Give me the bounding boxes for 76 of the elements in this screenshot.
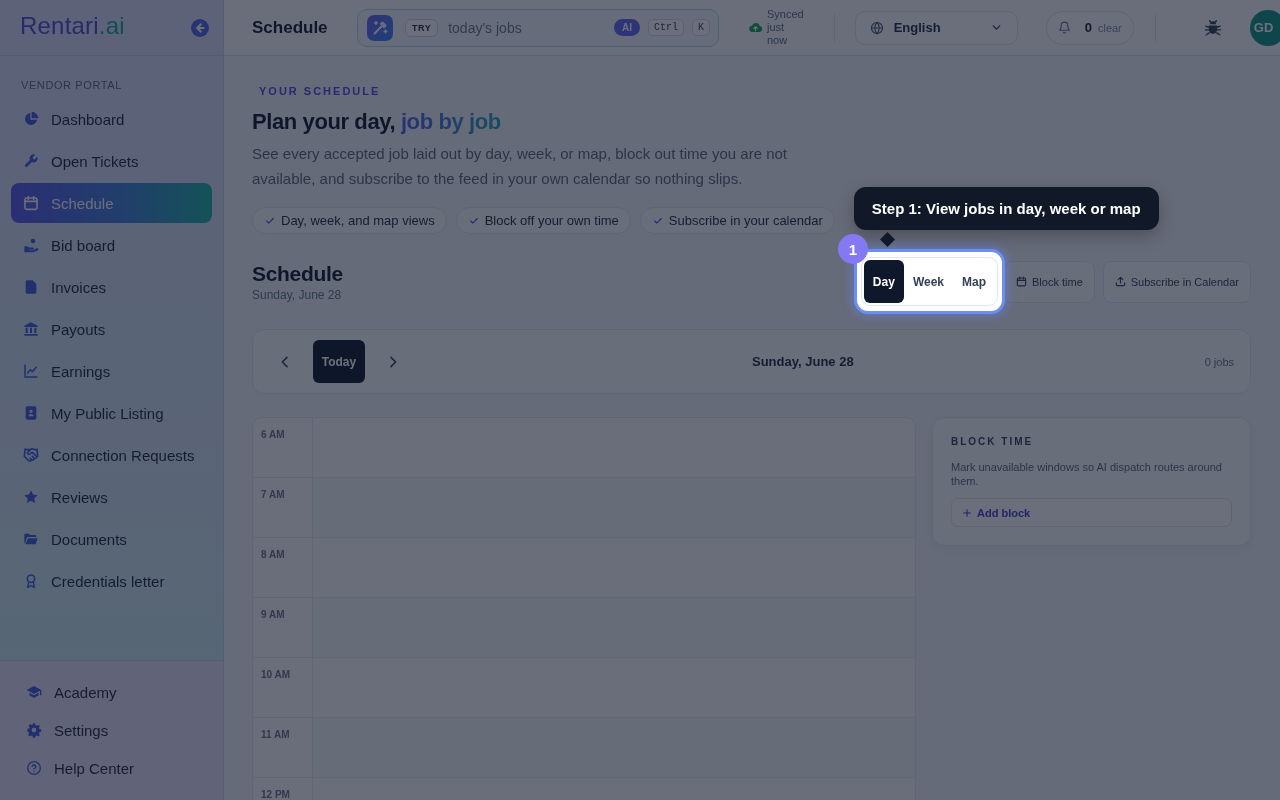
sidebar-item[interactable]: Connection Requests	[11, 435, 212, 475]
action-button[interactable]: Block time	[1004, 260, 1095, 303]
cloud-upload-icon	[748, 20, 763, 35]
sidebar-item[interactable]: Invoices	[11, 267, 212, 307]
globe-icon	[869, 20, 884, 35]
bank-icon	[23, 321, 39, 337]
sidebar-item[interactable]: Help Center	[14, 749, 212, 787]
view-tab[interactable]: Map	[953, 260, 995, 303]
tour-tooltip: Step 1: View jobs in day, week or map	[853, 187, 1159, 230]
shortcut-key: K	[692, 19, 710, 36]
add-block-button[interactable]: Add block	[951, 498, 1232, 527]
settings-icon	[26, 722, 42, 738]
calendar-icon	[23, 195, 39, 211]
step-badge: 1	[837, 234, 868, 264]
time-label: 8 AM	[261, 549, 285, 560]
section-title: Schedule	[252, 260, 344, 287]
card-title: BLOCK TIME	[951, 435, 1035, 449]
try-tag: TRY	[405, 18, 439, 37]
user-avatar[interactable]: GD	[1249, 9, 1280, 46]
time-label: 7 AM	[261, 489, 285, 500]
bug-icon[interactable]	[1203, 18, 1222, 37]
document-icon	[23, 279, 39, 295]
card-text: Mark unavailable windows so AI dispatch routes around them.	[951, 460, 1223, 488]
help-icon	[26, 760, 42, 776]
sidebar-item[interactable]: Earnings	[11, 351, 212, 391]
check-icon	[468, 215, 479, 226]
view-tab[interactable]: Day	[863, 260, 904, 303]
wrench-icon	[23, 153, 39, 169]
star-icon	[23, 489, 39, 505]
upload-icon	[1114, 276, 1126, 287]
sidebar-item[interactable]: Schedule	[11, 183, 212, 223]
sidebar-item[interactable]: Bid board	[11, 225, 212, 265]
today-button[interactable]: Today	[313, 340, 365, 383]
sidebar-item[interactable]: My Public Listing	[11, 393, 212, 433]
sidebar-item[interactable]: Dashboard	[11, 99, 212, 139]
sync-status: Synced just now	[767, 8, 804, 47]
chip-label: Subscribe in your calendar	[668, 213, 823, 228]
hand-coin-icon	[23, 237, 39, 253]
handshake-icon	[23, 447, 39, 463]
shortcut-key: Ctrl	[647, 19, 684, 36]
sidebar-item[interactable]: Credentials letter	[11, 561, 212, 601]
page-title: Schedule	[252, 17, 329, 38]
current-date: Sunday, June 28	[752, 354, 854, 369]
time-label: 11 AM	[261, 729, 290, 740]
language-select[interactable]: English	[854, 10, 1018, 45]
plus-icon	[962, 507, 972, 518]
eyebrow-label: YOUR SCHEDULE	[258, 84, 381, 98]
graduation-cap-icon	[26, 684, 42, 700]
sidebar-item[interactable]: Payouts	[11, 309, 212, 349]
calendar-icon	[1016, 276, 1027, 287]
page-heading: Plan your day, job by job	[252, 108, 501, 136]
intro-text: See every accepted job laid out by day, week, or map, block out time you are not available, and subscribe to the feed in your own calendar so nothing slips.	[252, 144, 789, 189]
chip-label: Day, week, and map views	[281, 213, 435, 228]
time-label: 12 PM	[261, 789, 290, 800]
tooltip-pointer-icon	[879, 232, 895, 247]
id-card-icon	[23, 405, 39, 421]
time-label: 9 AM	[261, 609, 285, 620]
action-button[interactable]: Subscribe in Calendar	[1102, 260, 1251, 303]
chip-label: Block off your own time	[484, 213, 619, 228]
line-chart-icon	[23, 363, 39, 379]
time-label: 6 AM	[261, 429, 285, 440]
magic-wand-icon	[367, 14, 393, 41]
sidebar-item[interactable]: Settings	[14, 711, 212, 749]
sidebar-item[interactable]: Open Tickets	[11, 141, 212, 181]
logo: Rentari.ai	[20, 13, 125, 41]
check-icon	[265, 215, 275, 226]
collapse-sidebar-icon[interactable]	[191, 18, 209, 37]
sidebar-item[interactable]: Documents	[11, 519, 212, 559]
pie-chart-icon	[23, 111, 39, 127]
sidebar-item[interactable]: Academy	[14, 673, 212, 711]
view-tab[interactable]: Week	[903, 260, 953, 303]
sidebar-item[interactable]: Reviews	[11, 477, 212, 517]
bell-icon	[1057, 21, 1071, 34]
check-icon	[652, 215, 663, 226]
time-label: 10 AM	[261, 669, 291, 680]
folder-icon	[23, 531, 39, 547]
